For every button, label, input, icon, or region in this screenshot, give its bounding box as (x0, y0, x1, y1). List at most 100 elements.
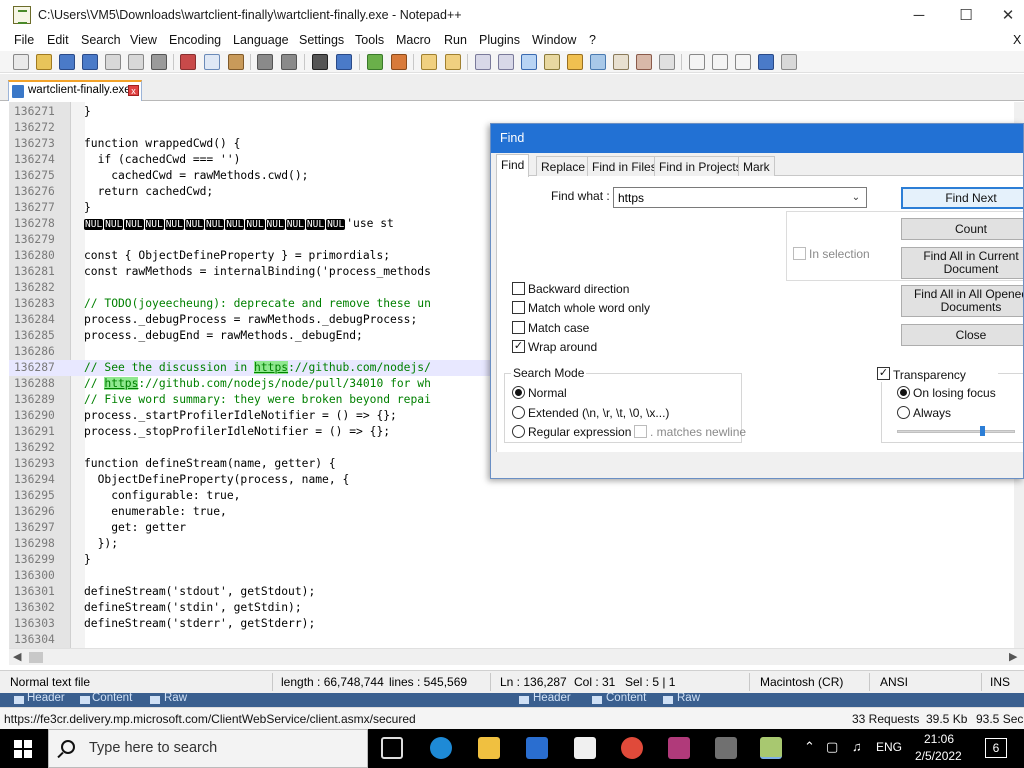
scroll-left-icon[interactable]: ◀ (13, 650, 21, 663)
tab-mark[interactable]: Mark (738, 156, 775, 176)
close-file-icon[interactable] (105, 54, 121, 70)
always-radio[interactable] (897, 406, 910, 419)
tab-find-in-projects[interactable]: Find in Projects (654, 156, 747, 176)
open-file-icon[interactable] (36, 54, 52, 70)
close-dialog-button[interactable]: Close (901, 324, 1023, 346)
code-line[interactable]: defineStream('stdout', getStdout); (84, 584, 315, 600)
print-icon[interactable] (151, 54, 167, 70)
normal-radio[interactable] (512, 386, 525, 399)
on-losing-focus-radio[interactable] (897, 386, 910, 399)
code-line[interactable]: ObjectDefineProperty(process, name, { (84, 472, 350, 488)
doc-list-icon[interactable] (590, 54, 606, 70)
menu-settings[interactable]: Settings (299, 33, 344, 47)
menu-help[interactable]: ? (589, 33, 596, 47)
code-line[interactable]: // TODO(joyeecheung): deprecate and remo… (84, 296, 431, 312)
show-all-chars-icon[interactable] (498, 54, 514, 70)
match-case-checkbox[interactable] (512, 321, 525, 334)
replace-icon[interactable] (336, 54, 352, 70)
tab-replace[interactable]: Replace (536, 156, 591, 176)
code-line[interactable]: process._debugEnd = rawMethods._debugEnd… (84, 328, 363, 344)
menu-edit[interactable]: Edit (47, 33, 69, 47)
tab-find[interactable]: Find (496, 154, 530, 177)
menu-macro[interactable]: Macro (396, 33, 431, 47)
language-indicator[interactable]: ENG (876, 740, 902, 754)
menu-run[interactable]: Run (444, 33, 467, 47)
copy-icon[interactable] (204, 54, 220, 70)
find-all-current-button[interactable]: Find All in Current Document (901, 247, 1023, 279)
code-line[interactable]: // Five word summary: they were broken b… (84, 392, 431, 408)
code-line[interactable]: }); (84, 536, 118, 552)
winrar-icon[interactable] (668, 737, 690, 759)
find-icon[interactable] (312, 54, 328, 70)
cut-icon[interactable] (180, 54, 196, 70)
notification-icon[interactable]: 6 (985, 738, 1007, 758)
save-icon[interactable] (59, 54, 75, 70)
transparency-slider-thumb[interactable] (979, 426, 985, 436)
menu-encoding[interactable]: Encoding (169, 33, 221, 47)
menu-language[interactable]: Language (233, 33, 289, 47)
match-whole-word-checkbox[interactable] (512, 301, 525, 314)
zoom-in-icon[interactable] (367, 54, 383, 70)
code-line[interactable]: if (cachedCwd === '') (84, 152, 241, 168)
stop-macro-icon[interactable] (712, 54, 728, 70)
code-line[interactable]: function wrappedCwd() { (84, 136, 240, 152)
code-line[interactable]: process._startProfilerIdleNotifier = () … (84, 408, 397, 424)
find-all-opened-button[interactable]: Find All in All Opened Documents (901, 285, 1023, 317)
tab-close-icon[interactable]: x (128, 85, 139, 96)
transparency-slider[interactable] (897, 430, 1015, 433)
volume-icon[interactable]: ♫ (852, 739, 862, 754)
transparency-checkbox[interactable]: ✓ (877, 367, 890, 380)
code-line[interactable]: NUL NUL NUL NUL NUL NUL NUL NUL NUL NUL NUL NUL NUL '… (84, 216, 394, 232)
scroll-thumb[interactable] (29, 652, 43, 663)
play-macro-icon[interactable] (735, 54, 751, 70)
count-button[interactable]: Count (901, 218, 1023, 240)
code-line[interactable]: configurable: true, (84, 488, 240, 504)
code-line[interactable]: } (84, 104, 91, 120)
code-line[interactable]: enumerable: true, (84, 504, 227, 520)
file-explorer-icon[interactable] (478, 737, 500, 759)
indent-guide-icon[interactable] (521, 54, 537, 70)
code-line[interactable]: // See the discussion in https://github.… (84, 360, 431, 376)
code-line[interactable]: cachedCwd = rawMethods.cwd(); (84, 168, 308, 184)
udl-icon[interactable] (544, 54, 560, 70)
code-line[interactable]: defineStream('stderr', getStderr); (84, 616, 315, 632)
task-view-icon[interactable] (381, 737, 403, 759)
code-line[interactable]: defineStream('stdin', getStdin); (84, 600, 302, 616)
code-line[interactable]: const rawMethods = internalBinding('proc… (84, 264, 431, 280)
menu-close-doc[interactable]: X (1013, 33, 1021, 47)
close-button[interactable]: ✕ (985, 0, 1024, 31)
mail-icon[interactable] (574, 737, 596, 759)
close-all-icon[interactable] (128, 54, 144, 70)
chrome-icon[interactable] (621, 737, 643, 759)
sync-vertical-icon[interactable] (421, 54, 437, 70)
find-next-button[interactable]: Find Next (901, 187, 1023, 209)
horizontal-scrollbar[interactable]: ◀ ▶ (9, 648, 1024, 665)
redo-icon[interactable] (281, 54, 297, 70)
dialog-title-bar[interactable]: Find (491, 124, 1023, 153)
fiddler-icon[interactable] (715, 737, 737, 759)
code-line[interactable]: process._stopProfilerIdleNotifier = () =… (84, 424, 390, 440)
tab-find-in-files[interactable]: Find in Files (587, 156, 662, 176)
extended-radio[interactable] (512, 406, 525, 419)
code-line[interactable]: const { ObjectDefineProperty } = primord… (84, 248, 390, 264)
clock-time[interactable]: 21:06 (924, 732, 954, 746)
edge-icon[interactable] (430, 737, 452, 759)
tab-wartclient[interactable]: wartclient-finally.exe x (8, 80, 142, 101)
monitoring-icon[interactable] (659, 54, 675, 70)
doc-map-icon[interactable] (567, 54, 583, 70)
run-macro-multiple-icon[interactable] (758, 54, 774, 70)
in-selection-checkbox[interactable] (793, 247, 806, 260)
taskbar-search-box[interactable]: Type here to search (48, 729, 368, 768)
save-all-icon[interactable] (82, 54, 98, 70)
scroll-right-icon[interactable]: ▶ (1009, 650, 1017, 663)
menu-plugins[interactable]: Plugins (479, 33, 520, 47)
new-file-icon[interactable] (13, 54, 29, 70)
undo-icon[interactable] (257, 54, 273, 70)
store-icon[interactable] (526, 737, 548, 759)
tray-chevron-icon[interactable]: ⌃ (804, 739, 815, 755)
backward-direction-checkbox[interactable] (512, 282, 525, 295)
windows-start-icon[interactable] (14, 740, 32, 758)
code-line[interactable]: } (84, 200, 91, 216)
code-line[interactable]: get: getter (84, 520, 186, 536)
code-line[interactable]: function defineStream(name, getter) { (84, 456, 336, 472)
